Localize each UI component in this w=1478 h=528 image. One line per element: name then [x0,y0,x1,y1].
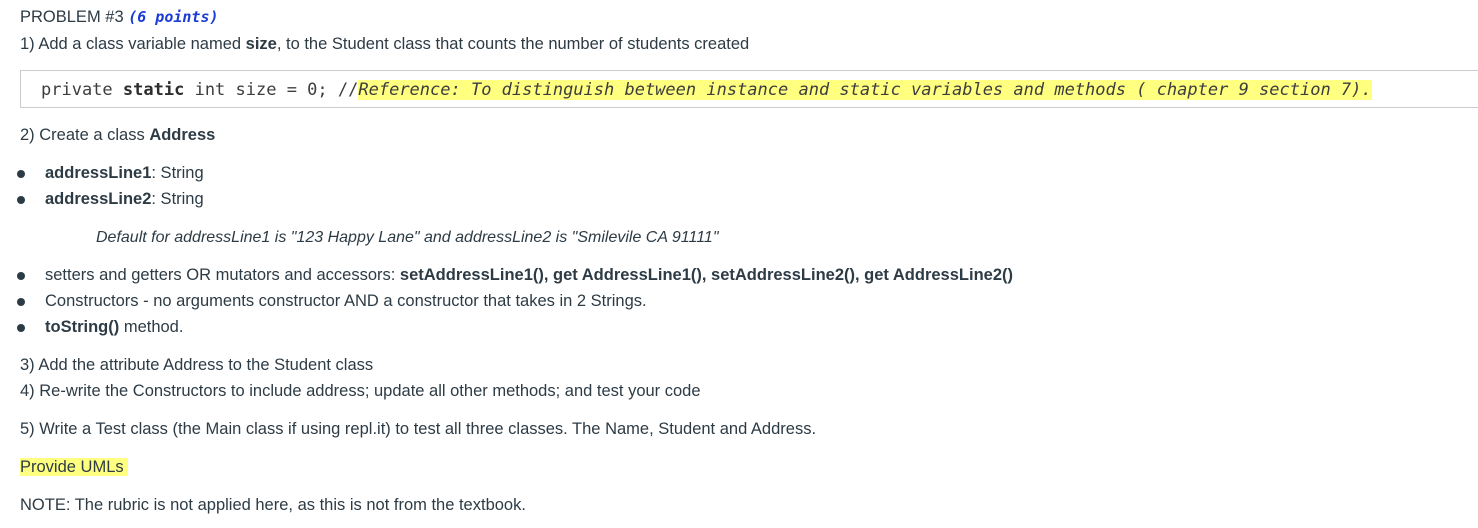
field-item: addressLine2: String [45,190,204,209]
setters-text: setters and getters OR mutators and acce… [45,266,400,284]
method-item-tostring: toString() method. [45,318,183,337]
code-comment-prefix: // [337,80,359,100]
setters-bold: setAddressLine1(), get AddressLine1(), s… [399,266,1013,284]
method-item-setters: setters and getters OR mutators and acce… [45,266,1013,285]
step-2: 2) Create a class Address [20,126,215,145]
note: NOTE: The rubric is not applied here, as… [20,496,526,514]
problem-heading: PROBLEM #3 (6 points) [20,8,219,27]
step-3: 3) Add the attribute Address to the Stud… [20,356,374,374]
problem-points: (6 points) [128,8,219,26]
tostring-bold: toString() [45,318,120,336]
uml-line: Provide UMLs [20,458,128,477]
step-1: 1) Add a class variable named size, to t… [20,35,749,54]
tostring-suffix: method. [119,318,184,336]
field-type: : String [151,190,204,208]
step-1-bold: size [245,35,277,53]
bullet-icon [17,196,25,204]
code-block: private static int size = 0; //Reference… [20,70,1478,108]
uml-highlight: Provide UMLs [20,458,128,476]
code-line: private static int size = 0; //Reference… [41,80,1372,100]
step-5: 5) Write a Test class (the Main class if… [20,420,817,438]
code-private: private [41,80,113,100]
step-2-text: 2) Create a class [20,126,150,144]
field-item: addressLine1: String [45,164,204,183]
code-reference: Reference: To distinguish between instan… [358,80,1372,100]
problem-title: PROBLEM #3 [20,8,124,26]
step-2-bold: Address [149,126,216,144]
field-type: : String [151,164,204,182]
bullet-icon [17,298,25,306]
step-1-text: 1) Add a class variable named [20,35,246,53]
code-declaration: int size = 0; [194,80,328,100]
bullet-icon [17,324,25,332]
field-name: addressLine2 [45,190,152,208]
step-4: 4) Re-write the Constructors to include … [20,382,701,400]
field-name: addressLine1 [45,164,152,182]
default-note: Default for addressLine1 is "123 Happy L… [96,229,719,246]
method-item-constructors: Constructors - no arguments constructor … [45,292,647,310]
code-static: static [122,80,185,100]
step-1-suffix: , to the Student class that counts the n… [276,35,750,53]
bullet-icon [17,272,25,280]
bullet-icon [17,170,25,178]
